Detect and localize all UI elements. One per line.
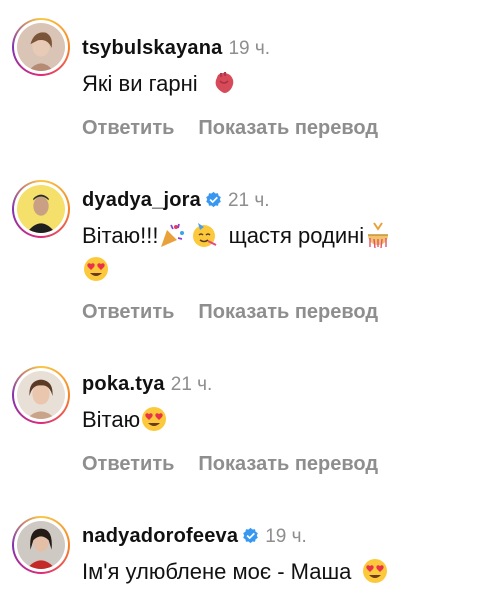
show-translation-button[interactable]: Показать перевод [198, 453, 378, 475]
reply-button[interactable]: Ответить [82, 117, 174, 139]
comment-text: Вітаю!!! щастя родині [82, 220, 392, 252]
avatar[interactable] [12, 180, 70, 238]
comment-actions: Ответить Показать перевод [82, 452, 378, 476]
comment-header: nadyadorofeeva 19 ч. [82, 524, 307, 549]
partying-face-icon [190, 221, 218, 249]
timestamp: 19 ч. [228, 38, 271, 59]
verified-badge-icon [242, 526, 259, 544]
comment-header: poka.tya 21 ч. [82, 372, 212, 397]
comment-header: tsybulskayana 19 ч. [82, 36, 270, 61]
confetti-ball-icon [364, 221, 392, 249]
timestamp: 21 ч. [227, 190, 270, 211]
username[interactable]: nadyadorofeeva [82, 525, 238, 547]
heart-eyes-face-icon [82, 255, 110, 283]
timestamp: 19 ч. [265, 526, 307, 547]
avatar[interactable] [12, 18, 70, 76]
show-translation-button[interactable]: Показать перевод [198, 117, 378, 139]
username[interactable]: poka.tya [82, 373, 165, 395]
comment-text-line-2 [82, 254, 110, 286]
party-popper-icon [158, 221, 186, 249]
comment-text: Які ви гарні [82, 68, 238, 100]
comment-header: dyadya_jora 21 ч. [82, 188, 270, 213]
username[interactable]: tsybulskayana [82, 37, 222, 59]
username[interactable]: dyadya_jora [82, 189, 201, 211]
comment-text: Ім'я улюблене моє - Маша [82, 556, 389, 588]
avatar[interactable] [12, 516, 70, 574]
anatomical-heart-icon [210, 69, 238, 97]
timestamp: 21 ч. [170, 374, 213, 395]
verified-badge-icon [205, 190, 222, 208]
heart-eyes-face-icon [140, 405, 168, 433]
comment-actions: Ответить Показать перевод [82, 116, 378, 140]
comment-actions: Ответить Показать перевод [82, 300, 378, 324]
avatar[interactable] [12, 366, 70, 424]
show-translation-button[interactable]: Показать перевод [198, 301, 378, 323]
reply-button[interactable]: Ответить [82, 301, 174, 323]
heart-eyes-face-icon [361, 557, 389, 585]
reply-button[interactable]: Ответить [82, 453, 174, 475]
comment-text: Вітаю [82, 404, 168, 436]
